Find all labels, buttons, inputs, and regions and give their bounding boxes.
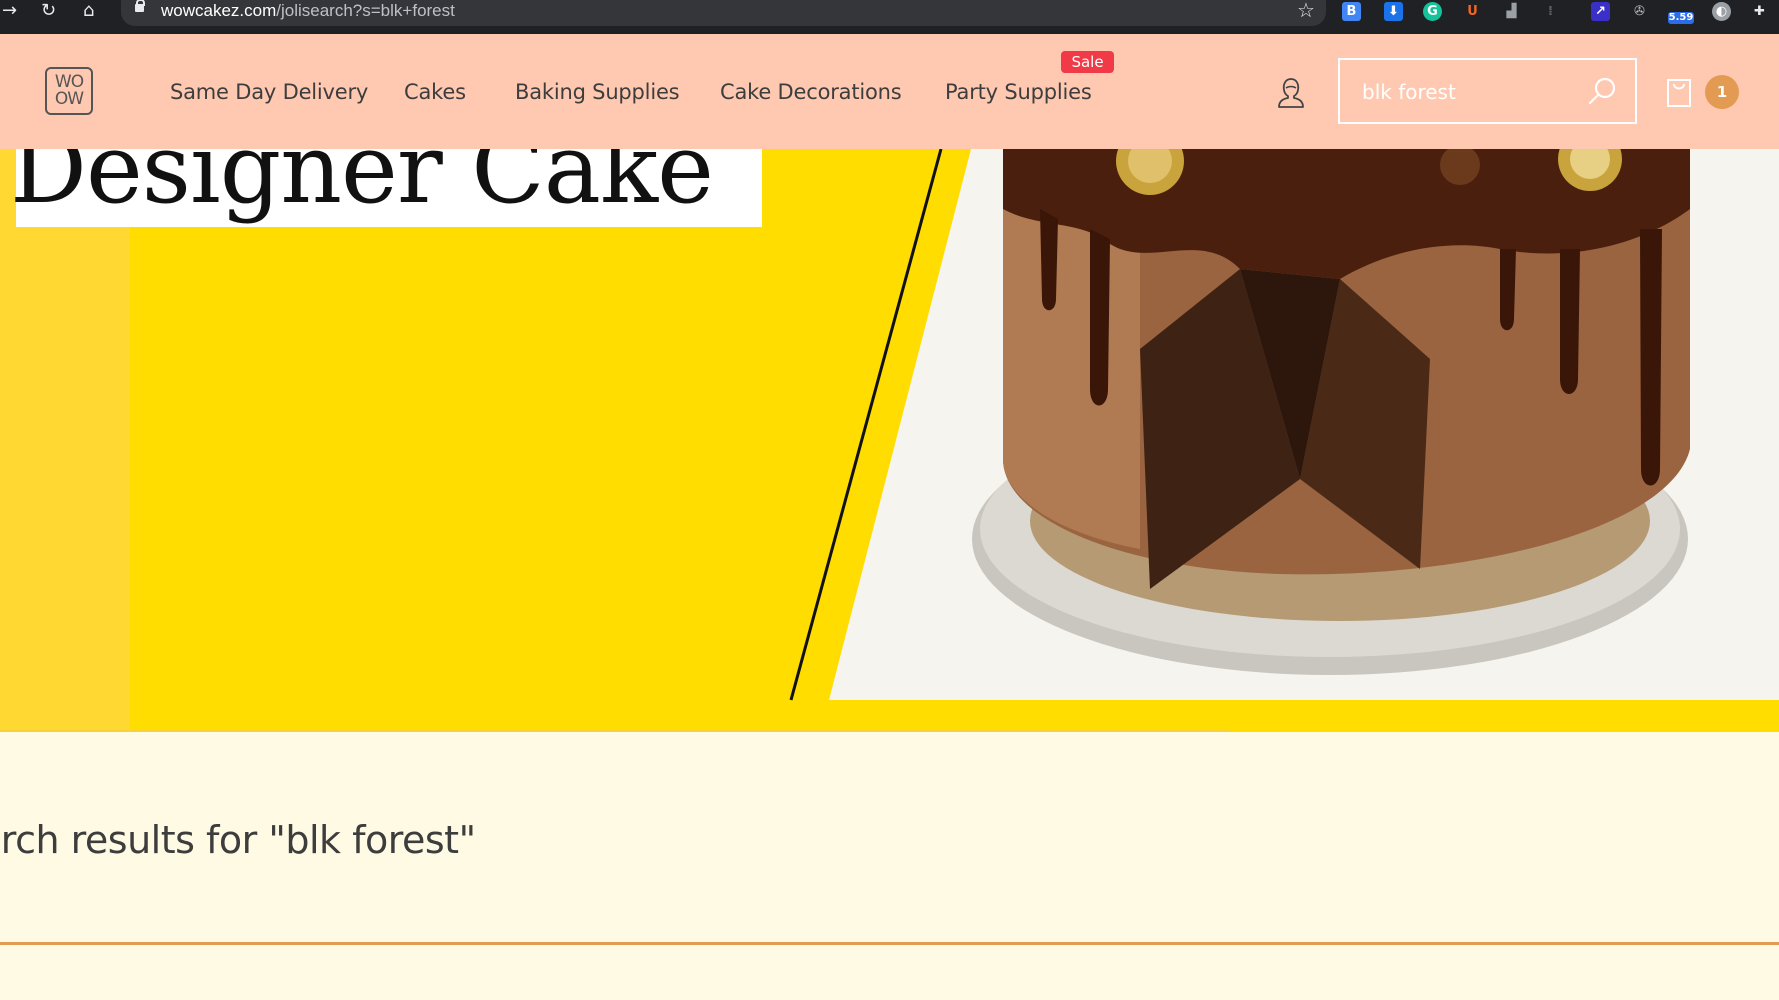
nav-cake-decorations[interactable]: Cake Decorations: [720, 80, 902, 104]
reload-icon[interactable]: ↻: [41, 0, 56, 22]
extension-download-icon[interactable]: ⬇: [1384, 2, 1403, 21]
nav-baking-supplies[interactable]: Baking Supplies: [515, 80, 680, 104]
search-box: [1338, 58, 1637, 124]
extension-ublock-icon[interactable]: U: [1463, 2, 1482, 21]
lock-icon[interactable]: [135, 0, 145, 12]
extension-grid-icon[interactable]: ⁞: [1541, 2, 1560, 21]
site-logo[interactable]: WO OW: [45, 67, 93, 115]
nav-cakes[interactable]: Cakes: [404, 80, 466, 104]
forward-icon[interactable]: →: [2, 0, 17, 22]
nav-same-day-delivery[interactable]: Same Day Delivery: [170, 80, 368, 104]
nav-party-supplies[interactable]: Party Supplies: [945, 80, 1092, 104]
search-icon[interactable]: [1586, 76, 1618, 108]
extension-trend-icon[interactable]: ↗: [1591, 2, 1610, 21]
address-bar[interactable]: wowcakez.com/jolisearch?s=blk+forest: [121, 0, 1326, 26]
sale-badge: Sale: [1061, 51, 1114, 73]
extensions-puzzle-icon[interactable]: ✚: [1750, 2, 1769, 21]
home-icon[interactable]: ⌂: [83, 0, 94, 22]
cake-image[interactable]: [0, 149, 1779, 732]
url-text: wowcakez.com/jolisearch?s=blk+forest: [161, 1, 455, 20]
browser-toolbar: → ↻ ⌂ wowcakez.com/jolisearch?s=blk+fore…: [0, 0, 1779, 34]
extension-stats-icon[interactable]: ▟: [1502, 2, 1521, 21]
extension-openai-icon[interactable]: ✇: [1630, 2, 1649, 21]
hero-bottom-edge: [0, 730, 1230, 732]
extension-translate-icon[interactable]: B: [1342, 2, 1361, 21]
profile-avatar-icon[interactable]: ◐: [1712, 2, 1731, 21]
search-results-heading: arch results for "blk forest": [0, 818, 476, 862]
results-divider: [0, 942, 1779, 945]
user-account-icon[interactable]: [1276, 76, 1306, 110]
shopping-bag-icon[interactable]: [1664, 74, 1694, 110]
cart-count-badge[interactable]: 1: [1705, 75, 1739, 109]
bookmark-star-icon[interactable]: ☆: [1297, 0, 1315, 22]
search-input[interactable]: [1362, 78, 1572, 106]
hero-banner: Designer Cake: [0, 149, 1779, 732]
extension-counter-badge[interactable]: 5.59: [1668, 12, 1694, 24]
extension-grammarly-icon[interactable]: G: [1423, 2, 1442, 21]
site-header: WO OW Same Day Delivery Cakes Baking Sup…: [0, 34, 1779, 149]
